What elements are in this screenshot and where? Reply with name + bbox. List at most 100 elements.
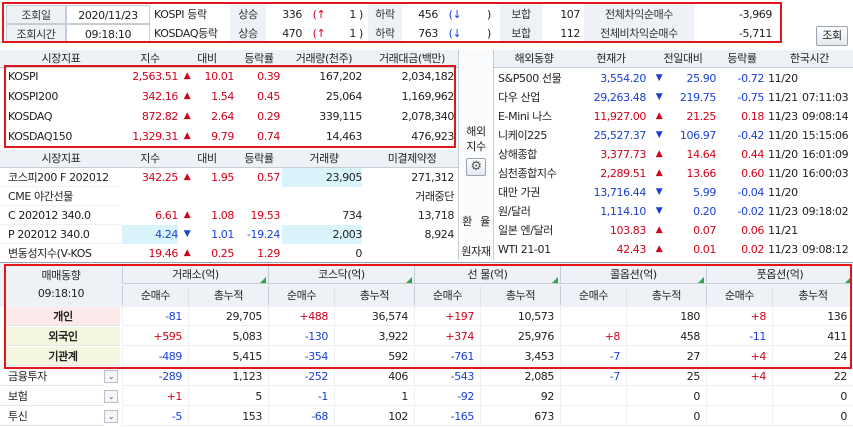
trading-cell: 5 <box>188 387 268 406</box>
overseas-row-time: 07:11:03 <box>802 91 849 104</box>
corner-triangle-icon <box>406 277 412 283</box>
overseas-row-date: 11/23 <box>768 205 798 218</box>
overseas-row-change: 21.25 <box>686 110 717 123</box>
query-date-label: 조회일 <box>6 5 66 24</box>
kosdaq-up-value: 470 <box>282 27 302 40</box>
derivative-row-name[interactable]: 변동성지수(V-KOS <box>0 244 122 263</box>
trading-cell: 10,573 <box>480 307 560 326</box>
investor-name[interactable]: 외국인 <box>6 327 120 346</box>
trading-cell: 27 <box>626 347 706 366</box>
overseas-row-name[interactable]: 다우 산업 <box>494 88 574 107</box>
down-arrow-icon: ▼ <box>655 187 663 197</box>
trading-cell: +488 <box>268 307 334 326</box>
trading-cell: +374 <box>414 327 480 346</box>
trading-group-header: 코스닥(억) <box>268 265 414 284</box>
overseas-row-date: 11/20 <box>768 129 798 142</box>
overseas-header-price: 현재가 <box>596 52 626 65</box>
overseas-row-name[interactable]: 일본 엔/달러 <box>494 221 574 240</box>
market-header-rate: 등락률 <box>244 52 274 65</box>
up-arrow-icon: ▲ <box>183 71 191 81</box>
investor-name[interactable]: 투신 <box>0 407 104 426</box>
market-row-name[interactable]: KOSDAQ <box>0 107 122 126</box>
up-arrow-icon: ▲ <box>655 111 663 121</box>
chevron-down-icon[interactable]: ⌄ <box>104 390 118 403</box>
market-header-name: 시장지표 <box>41 52 81 65</box>
overseas-header-time: 한국시간 <box>790 52 829 65</box>
market-row-volume: 25,064 <box>325 90 362 103</box>
derivatives-header-index: 지수 <box>140 152 160 165</box>
market-row-name[interactable]: KOSDAQ150 <box>0 127 122 146</box>
investor-name[interactable]: 보험 <box>0 387 104 406</box>
market-row-name[interactable]: KOSPI <box>0 67 122 86</box>
overseas-row-name[interactable]: S&P500 선물 <box>494 69 574 88</box>
kosdaq-up-paren-open: (↑ <box>312 27 326 40</box>
overseas-row-change: 25.90 <box>686 72 717 85</box>
investor-name[interactable]: 개인 <box>6 307 120 326</box>
derivative-row-name[interactable]: C 202012 340.0 <box>0 206 122 225</box>
derivative-row-oi: 13,718 <box>417 209 454 222</box>
overseas-row-name[interactable]: 상해종합 <box>494 145 574 164</box>
derivative-row-oi: 271,312 <box>411 171 454 184</box>
investor-name[interactable]: 기관계 <box>6 347 120 366</box>
corner-triangle-icon <box>698 277 704 283</box>
query-button[interactable]: 조회 <box>816 26 848 46</box>
derivative-row-name[interactable]: 코스피200 F 202012 <box>0 168 122 187</box>
investor-name[interactable]: 금융투자 <box>0 367 104 386</box>
chevron-down-icon[interactable]: ⌄ <box>104 370 118 383</box>
trading-cell: -1 <box>268 387 334 406</box>
side-label-raw: 원자재 <box>461 245 491 258</box>
down-arrow-icon: ▼ <box>655 130 663 140</box>
overseas-row-name[interactable]: 심천종합지수 <box>494 164 574 183</box>
market-row-volume: 339,115 <box>319 110 362 123</box>
overseas-row-rate: 0.18 <box>741 110 764 123</box>
non-arbitrage-net-value: -5,711 <box>738 27 772 40</box>
overseas-row-rate: -0.72 <box>737 72 764 85</box>
overseas-row-name[interactable]: WTI 21-01 <box>494 240 574 259</box>
derivatives-header-name: 시장지표 <box>41 152 81 165</box>
trading-cell: 180 <box>626 307 706 326</box>
kosdaq-up-label: 상승 <box>230 24 266 43</box>
overseas-row-price: 2,289.51 <box>600 167 646 180</box>
trading-sub-header-net: 순매수 <box>706 286 772 305</box>
market-row-index: 1,329.31 <box>132 130 178 143</box>
overseas-row-price: 3,377.73 <box>600 148 646 161</box>
query-time-value[interactable]: 09:18:10 <box>66 24 150 43</box>
market-row-change: 2.64 <box>211 110 234 123</box>
overseas-row-name[interactable]: E-Mini 나스 <box>494 107 574 126</box>
trading-sub-header-net: 순매수 <box>414 286 480 305</box>
derivative-row-rate: -19.24 <box>246 228 280 241</box>
kosdaq-up-limit: 1 <box>349 27 356 40</box>
chevron-down-icon[interactable]: ⌄ <box>104 410 118 423</box>
top-info-bar: 조회일 2020/11/23 KOSPI 등락 상승 336 (↑ 1 ) 하락… <box>0 0 853 46</box>
market-row-name[interactable]: KOSPI200 <box>0 87 122 106</box>
overseas-row-price: 42.43 <box>616 243 647 256</box>
kosdaq-flat-label: 보합 <box>500 24 542 43</box>
trading-cell: -7 <box>560 347 626 366</box>
trading-cell: 0 <box>772 407 853 426</box>
market-row-change: 10.01 <box>204 70 235 83</box>
market-header-change: 대비 <box>197 52 217 65</box>
trading-cell: 25 <box>626 367 706 386</box>
overseas-row-time: 09:08:12 <box>802 243 849 256</box>
overseas-row-name[interactable]: 원/달러 <box>494 202 574 221</box>
derivatives-header-volume: 거래량 <box>309 152 339 165</box>
trading-cell <box>560 407 626 426</box>
overseas-row-date: 11/21 <box>768 224 798 237</box>
trading-sub-header-cum: 총누적 <box>188 286 268 305</box>
trading-cell: -252 <box>268 367 334 386</box>
trading-cell: +4 <box>706 367 772 386</box>
market-row-index: 342.16 <box>141 90 178 103</box>
derivative-row-name[interactable]: P 202012 340.0 <box>0 225 122 244</box>
gear-icon[interactable]: ⚙ <box>466 158 486 176</box>
corner-triangle-icon <box>552 277 558 283</box>
overseas-row-rate: -0.75 <box>737 91 764 104</box>
overseas-row-name[interactable]: 니케이225 <box>494 126 574 145</box>
market-row-index: 2,563.51 <box>132 70 178 83</box>
trading-group-header: 선 물(억) <box>414 265 560 284</box>
trading-cell: 0 <box>626 387 706 406</box>
derivative-row-name[interactable]: CME 야간선물 <box>0 187 122 206</box>
derivatives-header-rate: 등락률 <box>244 152 274 165</box>
trading-cell: 0 <box>772 387 853 406</box>
query-date-value[interactable]: 2020/11/23 <box>66 5 150 24</box>
overseas-row-name[interactable]: 대만 가권 <box>494 183 574 202</box>
